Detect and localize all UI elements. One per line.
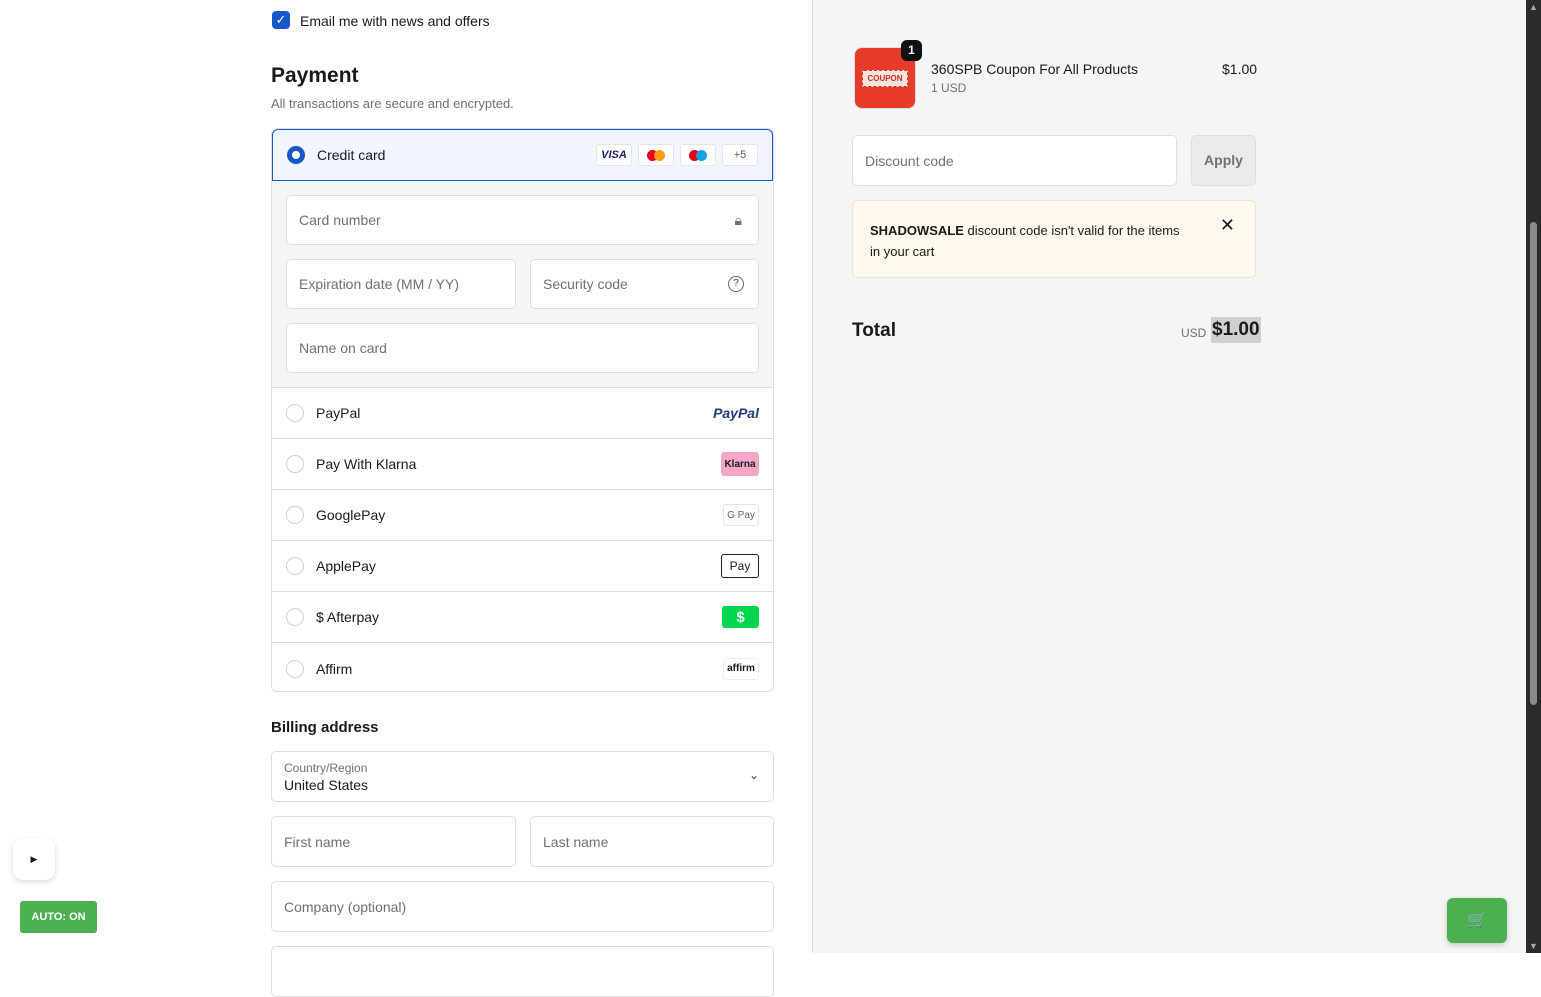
klarna-radio[interactable] (286, 455, 304, 473)
scrollbar[interactable]: ▲ ▼ (1526, 0, 1541, 953)
paypal-radio[interactable] (286, 404, 304, 422)
discount-error-alert: SHADOWSALE discount code isn't valid for… (852, 200, 1256, 278)
googlepay-radio[interactable] (286, 506, 304, 524)
first-name-input[interactable]: First name (271, 816, 516, 867)
lock-icon: 🔒︎ (734, 211, 742, 228)
payment-googlepay[interactable]: GooglePay G Pay (272, 490, 773, 541)
credit-card-label: Credit card (317, 147, 386, 163)
product-variant: 1 USD (931, 81, 967, 95)
maestro-icon (680, 144, 716, 166)
mastercard-icon (638, 144, 674, 166)
total-currency: USD (1181, 326, 1207, 340)
billing-title: Billing address (271, 719, 379, 736)
payment-title: Payment (271, 64, 359, 87)
order-summary: COUPON 1 360SPB Coupon For All Products … (812, 0, 1526, 953)
payment-credit-card[interactable]: Credit card VISA +5 (272, 129, 773, 181)
card-number-input[interactable]: Card number 🔒︎ (286, 195, 759, 245)
scroll-up-icon[interactable]: ▲ (1529, 2, 1538, 12)
affirm-logo-icon: affirm (723, 657, 759, 680)
total-label: Total (852, 320, 896, 341)
cashapp-logo-icon: $ (722, 606, 759, 628)
visa-icon: VISA (596, 144, 632, 166)
payment-klarna[interactable]: Pay With Klarna Klarna (272, 439, 773, 490)
expiration-input[interactable]: Expiration date (MM / YY) (286, 259, 516, 309)
cart-button[interactable]: 🛒 (1447, 898, 1507, 943)
product-price: $1.00 (1222, 61, 1258, 77)
total-amount: $1.00 (1211, 317, 1261, 343)
applepay-logo-icon: Pay (721, 554, 759, 578)
company-input[interactable]: Company (optional) (271, 881, 774, 932)
klarna-logo-icon: Klarna (721, 452, 759, 476)
product-name: 360SPB Coupon For All Products (931, 61, 1139, 77)
address-input[interactable] (271, 946, 774, 997)
afterpay-radio[interactable] (286, 608, 304, 626)
payment-applepay[interactable]: ApplePay Pay (272, 541, 773, 592)
credit-card-fields: Card number 🔒︎ Expiration date (MM / YY) … (272, 181, 773, 388)
play-button[interactable]: ▶ (13, 838, 55, 880)
country-select[interactable]: Country/Region United States ⌄ (271, 751, 774, 802)
scroll-down-icon[interactable]: ▼ (1529, 941, 1538, 951)
googlepay-logo-icon: G Pay (723, 504, 759, 526)
security-code-input[interactable]: Security code? (530, 259, 759, 309)
more-cards-badge: +5 (722, 144, 758, 166)
email-opt-in-checkbox[interactable]: ✓ (272, 11, 290, 29)
auto-toggle-button[interactable]: AUTO: ON (20, 901, 97, 933)
last-name-input[interactable]: Last name (530, 816, 774, 867)
payment-afterpay[interactable]: $ Afterpay $ (272, 592, 773, 643)
chevron-down-icon: ⌄ (748, 768, 759, 782)
paypal-logo-icon: PayPal (713, 405, 759, 421)
email-opt-in-label: Email me with news and offers (300, 13, 490, 29)
payment-methods: Credit card VISA +5 Card number 🔒︎ Expira… (271, 128, 774, 692)
help-icon[interactable]: ? (728, 276, 744, 292)
discount-code-input[interactable]: Discount code (852, 135, 1177, 186)
scrollbar-thumb[interactable] (1530, 222, 1537, 705)
applepay-radio[interactable] (286, 557, 304, 575)
affirm-radio[interactable] (286, 659, 304, 678)
checkout-form: ✓ Email me with news and offers Payment … (0, 0, 812, 997)
apply-button[interactable]: Apply (1191, 135, 1256, 186)
quantity-badge: 1 (901, 40, 922, 61)
close-icon[interactable]: ✕ (1220, 215, 1235, 236)
payment-paypal[interactable]: PayPal PayPal (272, 388, 773, 439)
credit-card-radio[interactable] (287, 146, 305, 164)
name-on-card-input[interactable]: Name on card (286, 323, 759, 373)
payment-affirm[interactable]: Affirm affirm (272, 643, 773, 691)
payment-subtitle: All transactions are secure and encrypte… (271, 96, 514, 111)
